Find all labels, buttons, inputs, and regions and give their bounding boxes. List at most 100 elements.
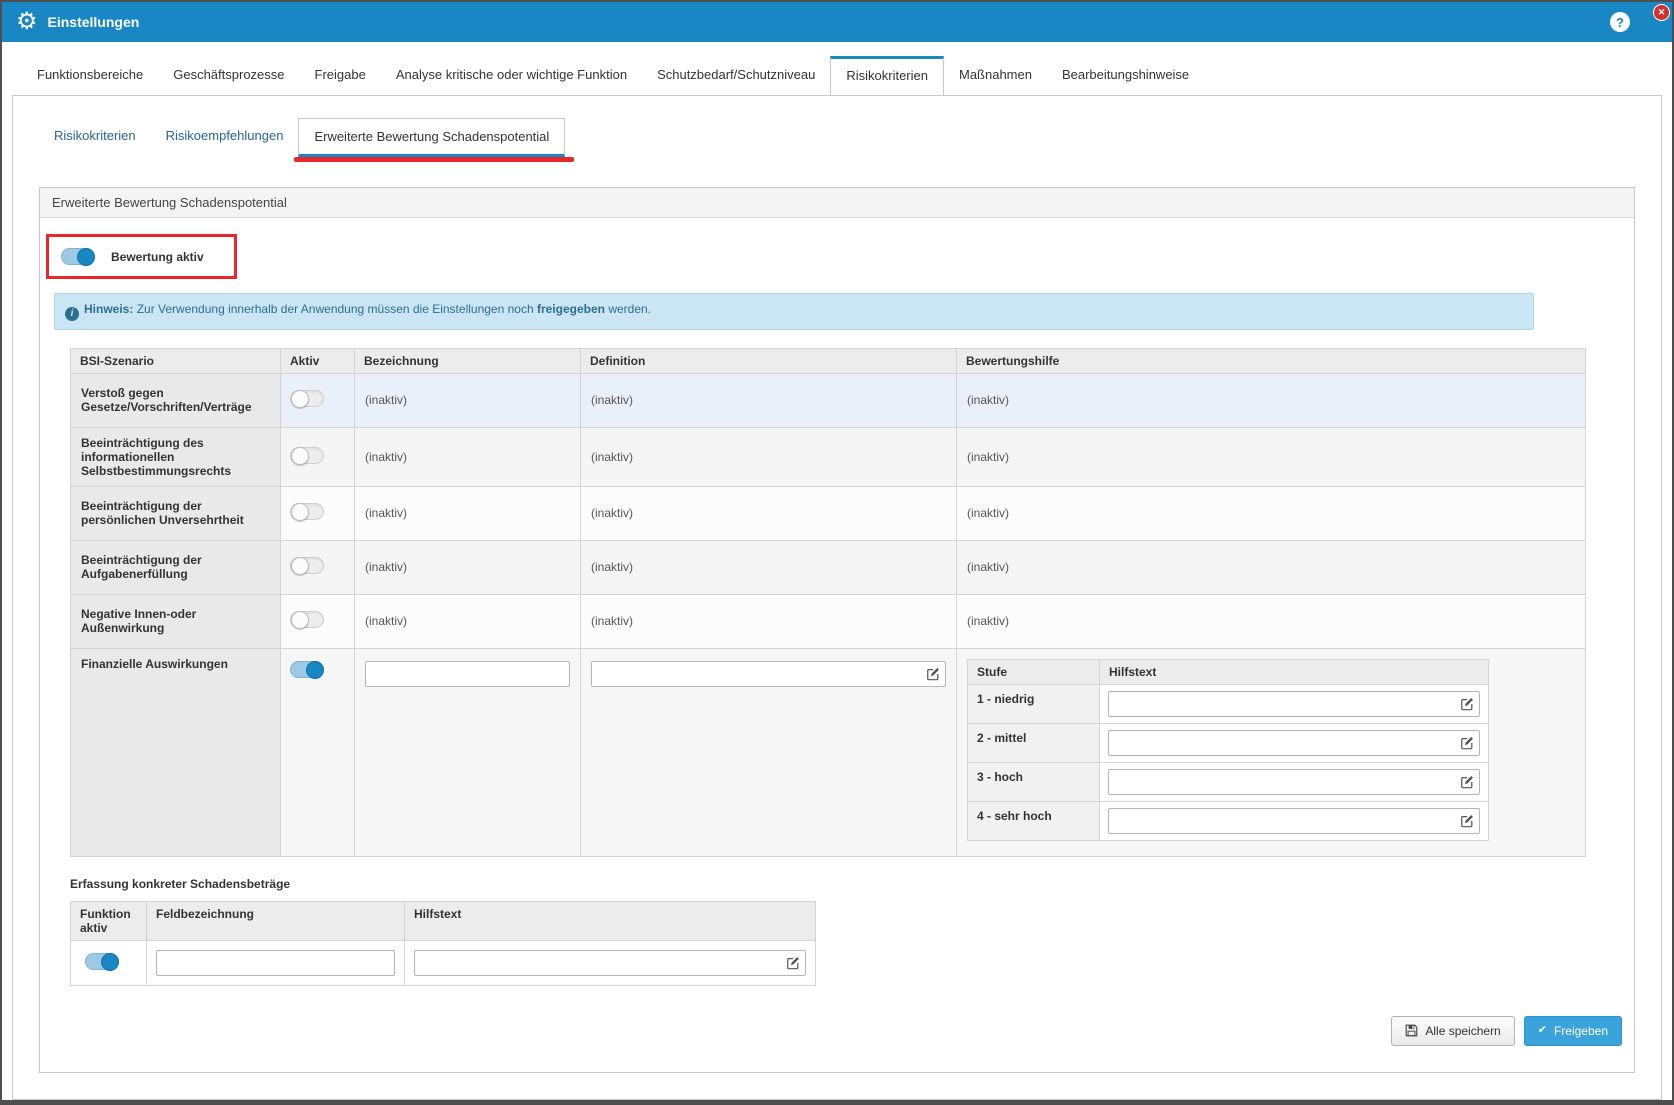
annotation-box: Bewertung aktiv (46, 234, 237, 279)
edit-icon[interactable] (1460, 697, 1474, 711)
tab-bearbeitungshinweise[interactable]: Bearbeitungshinweise (1047, 56, 1204, 95)
scenario-aktiv-toggle[interactable] (290, 503, 324, 520)
scenario-label: Beeinträchtigung des informationellen Se… (71, 427, 281, 486)
scenario-aktiv-toggle[interactable] (290, 447, 324, 464)
bewertung-aktiv-label: Bewertung aktiv (111, 250, 204, 264)
table-row: Beeinträchtigung der persönlichen Unvers… (71, 486, 1586, 540)
notice-label: Hinweis: (84, 302, 133, 316)
bewertungshilfe-value: (inaktiv) (957, 594, 1586, 648)
bewertungshilfe-value: (inaktiv) (957, 540, 1586, 594)
bezeichnung-value: (inaktiv) (355, 486, 581, 540)
subtab-erweiterte-bewertung[interactable]: Erweiterte Bewertung Schadenspotential (298, 118, 565, 157)
edit-icon[interactable] (1460, 736, 1474, 750)
bewertung-aktiv-toggle[interactable] (61, 248, 95, 265)
table-row: Beeinträchtigung des informationellen Se… (71, 427, 1586, 486)
stufe-row: 1 - niedrig (968, 684, 1489, 723)
edit-icon[interactable] (926, 667, 940, 681)
check-icon: ✔ (1538, 1025, 1547, 1036)
panel-body: Bewertung aktiv iHinweis: Zur Verwendung… (40, 218, 1634, 1072)
table-row: Beeinträchtigung der Aufgabenerfüllung (… (71, 540, 1586, 594)
tab-freigabe[interactable]: Freigabe (300, 56, 381, 95)
notice-banner: iHinweis: Zur Verwendung innerhalb der A… (54, 293, 1534, 330)
info-icon: i (65, 307, 79, 321)
stufe-row: 4 - sehr hoch (968, 801, 1489, 840)
close-icon[interactable]: ✕ (1653, 4, 1670, 21)
bezeichnung-input[interactable] (365, 661, 570, 687)
bewertungshilfe-value: (inaktiv) (957, 427, 1586, 486)
scenario-aktiv-toggle[interactable] (290, 611, 324, 628)
subtab-label: Erweiterte Bewertung Schadenspotential (314, 129, 549, 144)
scenario-table-header-row: BSI-Szenario Aktiv Bezeichnung Definitio… (71, 348, 1586, 373)
schadensbetraege-row (71, 940, 816, 985)
stufe-label: 4 - sehr hoch (968, 801, 1100, 840)
scenario-aktiv-toggle[interactable] (290, 557, 324, 574)
scenario-label: Verstoß gegen Gesetze/Vorschriften/Vertr… (71, 373, 281, 427)
table-row-finanzielle-auswirkungen: Finanzielle Auswirkungen (71, 648, 1586, 856)
scenario-label: Beeinträchtigung der Aufgabenerfüllung (71, 540, 281, 594)
main-tabs: Funktionsbereiche Geschäftsprozesse Frei… (2, 42, 1672, 95)
col-bewertungshilfe: Bewertungshilfe (957, 348, 1586, 373)
notice-bold: freigegeben (537, 302, 605, 316)
bezeichnung-value: (inaktiv) (355, 540, 581, 594)
tab-analyse-kritische-funktion[interactable]: Analyse kritische oder wichtige Funktion (381, 56, 642, 95)
col-bezeichnung: Bezeichnung (355, 348, 581, 373)
notice-suffix: werden. (608, 302, 651, 316)
hilfstext-input-mittel[interactable] (1108, 730, 1480, 756)
save-all-label: Alle speichern (1425, 1024, 1500, 1038)
definition-input[interactable] (591, 661, 946, 687)
edit-icon[interactable] (786, 956, 800, 970)
col-hilfstext: Hilfstext (405, 901, 816, 940)
tab-risikokriterien[interactable]: Risikokriterien (830, 56, 944, 95)
scenario-label: Beeinträchtigung der persönlichen Unvers… (71, 486, 281, 540)
col-definition: Definition (581, 348, 957, 373)
bezeichnung-value: (inaktiv) (355, 427, 581, 486)
col-feldbezeichnung: Feldbezeichnung (147, 901, 405, 940)
scenario-aktiv-toggle[interactable] (290, 661, 324, 678)
col-stufe: Stufe (968, 659, 1100, 684)
edit-icon[interactable] (1460, 814, 1474, 828)
col-bsi-szenario: BSI-Szenario (71, 348, 281, 373)
footer-actions: Alle speichern ✔ Freigeben (54, 1016, 1622, 1046)
definition-value: (inaktiv) (581, 540, 957, 594)
edit-icon[interactable] (1460, 775, 1474, 789)
col-aktiv: Aktiv (281, 348, 355, 373)
help-icon[interactable]: ? (1610, 12, 1630, 32)
window-title: Einstellungen (48, 14, 140, 30)
tab-massnahmen[interactable]: Maßnahmen (944, 56, 1047, 95)
app-window: ✕ ⚙ Einstellungen ? Funktionsbereiche Ge… (0, 0, 1674, 1105)
scenario-label: Finanzielle Auswirkungen (71, 648, 281, 856)
schadensbetraege-table: Funktion aktiv Feldbezeichnung Hilfstext (70, 901, 816, 986)
titlebar: ⚙ Einstellungen ? (2, 2, 1672, 42)
bezeichnung-value: (inaktiv) (355, 373, 581, 427)
content-box: Risikokriterien Risikoempfehlungen Erwei… (12, 95, 1662, 1100)
col-funktion-aktiv: Funktion aktiv (71, 901, 147, 940)
panel-erweiterte-bewertung: Erweiterte Bewertung Schadenspotential B… (39, 187, 1635, 1073)
tab-schutzbedarf[interactable]: Schutzbedarf/Schutzniveau (642, 56, 830, 95)
hilfstext-input[interactable] (414, 950, 806, 976)
tab-geschaeftsprozesse[interactable]: Geschäftsprozesse (158, 56, 299, 95)
funktion-aktiv-toggle[interactable] (85, 953, 119, 970)
table-row: Negative Innen-oder Außenwirkung (inakti… (71, 594, 1586, 648)
bewertungshilfe-value: (inaktiv) (957, 373, 1586, 427)
tab-funktionsbereiche[interactable]: Funktionsbereiche (22, 56, 158, 95)
hilfstext-input-hoch[interactable] (1108, 769, 1480, 795)
save-icon (1405, 1024, 1418, 1037)
feldbezeichnung-input[interactable] (156, 950, 395, 976)
annotation-underline (294, 157, 574, 162)
scenario-label: Negative Innen-oder Außenwirkung (71, 594, 281, 648)
panel-title: Erweiterte Bewertung Schadenspotential (40, 188, 1634, 218)
freigeben-button[interactable]: ✔ Freigeben (1524, 1016, 1622, 1046)
definition-value: (inaktiv) (581, 486, 957, 540)
save-all-button[interactable]: Alle speichern (1391, 1016, 1514, 1046)
section-title-schadensbetraege: Erfassung konkreter Schadensbeträge (70, 877, 1622, 891)
definition-value: (inaktiv) (581, 594, 957, 648)
hilfstext-input-sehr-hoch[interactable] (1108, 808, 1480, 834)
subtab-risikoempfehlungen[interactable]: Risikoempfehlungen (151, 118, 299, 157)
stufe-label: 3 - hoch (968, 762, 1100, 801)
bewertungshilfe-value: (inaktiv) (957, 486, 1586, 540)
stufen-table: Stufe Hilfstext 1 - niedrig (967, 659, 1489, 841)
scenario-aktiv-toggle[interactable] (290, 390, 324, 407)
subtab-risikokriterien[interactable]: Risikokriterien (39, 118, 151, 157)
hilfstext-input-niedrig[interactable] (1108, 691, 1480, 717)
bezeichnung-value: (inaktiv) (355, 594, 581, 648)
